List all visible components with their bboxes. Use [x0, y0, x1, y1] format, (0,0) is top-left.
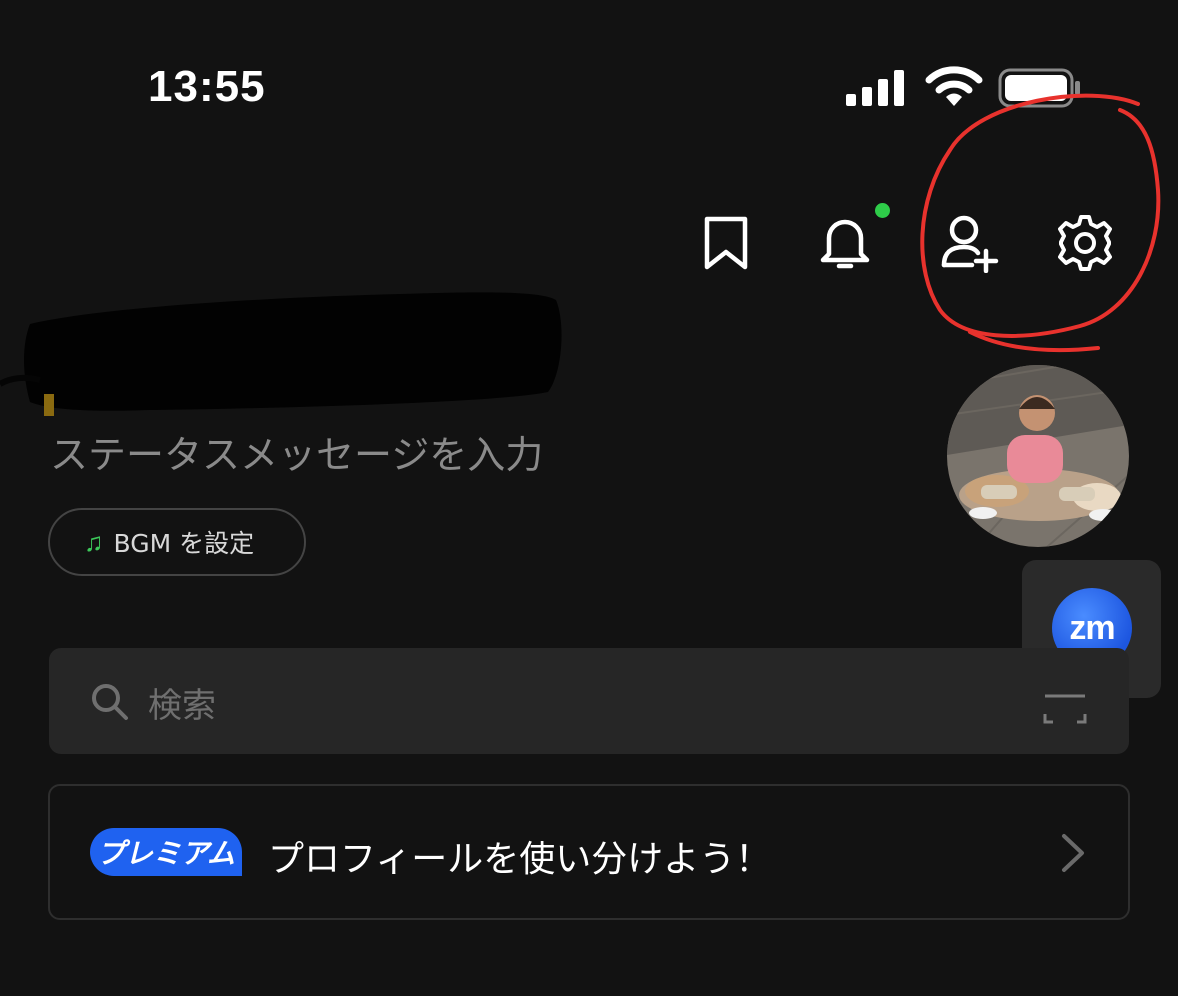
cellular-signal-icon	[846, 70, 906, 110]
qr-scan-icon[interactable]	[1043, 694, 1087, 730]
status-time: 13:55	[148, 62, 266, 111]
bookmark-button[interactable]	[691, 208, 761, 278]
premium-badge: プレミアム	[90, 828, 242, 876]
redacted-name	[0, 284, 580, 428]
bgm-button[interactable]: ♫ BGM を設定	[48, 508, 306, 576]
search-placeholder: 検索	[148, 686, 216, 726]
premium-banner-text: プロフィールを使い分けよう！	[268, 839, 772, 880]
notifications-button[interactable]	[810, 208, 880, 278]
bell-icon	[820, 219, 870, 269]
music-note-icon: ♫	[84, 526, 104, 557]
red-annotation-circle	[900, 90, 1175, 364]
bookmark-icon	[704, 216, 748, 270]
notification-dot	[875, 203, 890, 218]
chevron-right-icon	[1058, 832, 1088, 878]
bgm-button-label: BGM を設定	[113, 529, 255, 558]
avatar[interactable]	[947, 365, 1129, 547]
search-icon	[90, 682, 130, 726]
status-message-placeholder[interactable]: ステータスメッセージを入力	[50, 424, 543, 479]
